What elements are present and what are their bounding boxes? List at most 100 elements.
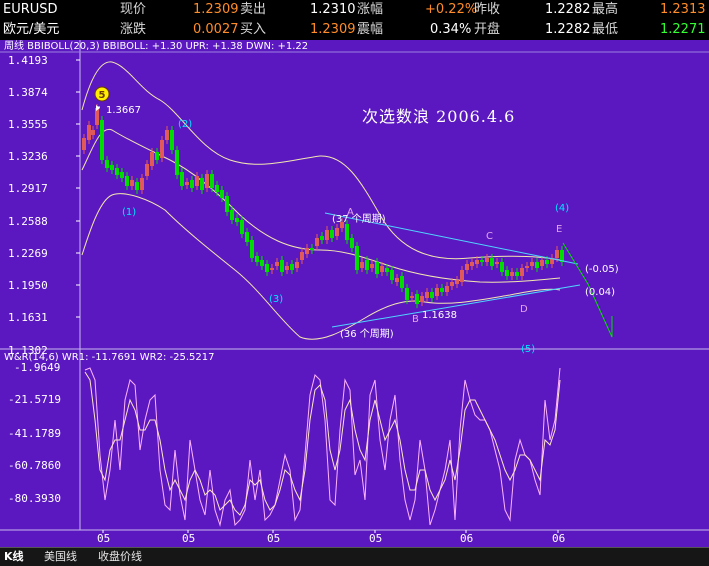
- chart-svg[interactable]: 周线 BBIBOLL(20,3) BBIBOLL: +1.30 UPR: +1.…: [0, 40, 709, 547]
- candle-body: [215, 185, 219, 192]
- candle-body: [230, 210, 234, 220]
- candle-body: [410, 296, 414, 298]
- x-tick: 06: [460, 532, 473, 545]
- wr-tick: -21.5719: [8, 393, 61, 406]
- candle-body: [335, 228, 339, 236]
- price-tick: 1.3555: [8, 118, 48, 131]
- candle-body: [530, 262, 534, 266]
- offset-upper-label: (-0.05): [585, 264, 619, 275]
- candle-body: [140, 178, 144, 190]
- candle-body: [370, 264, 374, 268]
- low-price-label: 1.1638: [422, 310, 457, 321]
- candle-body: [255, 256, 259, 262]
- offset-lower-label: (0.04): [585, 287, 615, 298]
- high-price-label: 1.3667: [106, 105, 141, 116]
- candle-body: [235, 218, 239, 222]
- candle-body: [535, 262, 539, 268]
- price-tick: 1.1950: [8, 279, 48, 292]
- label-high: 最高: [592, 2, 619, 17]
- candle-body: [455, 280, 459, 284]
- quote-panel: EURUSD 欧元/美元 现价 1.2309 卖出 1.2310 涨幅 +0.2…: [0, 0, 709, 40]
- tab-us-index[interactable]: 美国线: [44, 549, 77, 564]
- candle-body: [295, 262, 299, 268]
- candle-body: [95, 108, 99, 125]
- x-tick: 05: [369, 532, 382, 545]
- x-tick: 05: [267, 532, 280, 545]
- label-ask: 卖出: [240, 2, 267, 17]
- label-open: 开盘: [474, 22, 501, 37]
- candle-body: [515, 272, 519, 276]
- label-current-price: 现价: [120, 2, 147, 17]
- wave-b-label: B: [412, 314, 419, 325]
- x-tick: 05: [182, 532, 195, 545]
- wave-e-label: E: [556, 224, 562, 235]
- candlesticks: [82, 104, 564, 308]
- chart-area[interactable]: 周线 BBIBOLL(20,3) BBIBOLL: +1.30 UPR: +1.…: [0, 40, 709, 547]
- wave-5-label: 5: [99, 90, 106, 101]
- value-ask: 1.2310: [310, 2, 356, 17]
- candle-body: [300, 252, 304, 260]
- candle-body: [495, 262, 499, 264]
- wr-tick: -41.1789: [8, 427, 61, 440]
- price-tick: 1.1302: [8, 344, 48, 357]
- candle-body: [210, 174, 214, 188]
- candle-body: [195, 176, 199, 186]
- value-open: 1.2282: [545, 22, 591, 37]
- candle-body: [120, 172, 124, 178]
- candle-body: [160, 140, 164, 158]
- wave-d-label: D: [520, 304, 528, 315]
- candle-body: [145, 164, 149, 176]
- candle-body: [545, 260, 549, 264]
- candle-body: [385, 268, 389, 272]
- candle-body: [87, 125, 91, 140]
- candle-body: [400, 276, 404, 288]
- candle-body: [285, 266, 289, 270]
- candle-body: [100, 120, 104, 160]
- candle-body: [205, 174, 209, 188]
- candle-body: [390, 270, 394, 280]
- candle-body: [155, 152, 159, 160]
- wr-tick: -1.9649: [14, 361, 60, 374]
- label-prev-close: 昨收: [474, 2, 501, 17]
- candle-body: [420, 296, 424, 302]
- value-change-pct: +0.22%: [425, 2, 478, 17]
- x-axis: 05 05 05 05 06 06: [97, 532, 565, 545]
- value-current-price: 1.2309: [193, 2, 239, 17]
- candle-body: [330, 230, 334, 238]
- wr-tick: -80.3930: [8, 492, 61, 505]
- candle-body: [555, 250, 559, 258]
- price-tick-marks: [76, 59, 80, 318]
- candle-body: [250, 240, 254, 258]
- candle-body: [185, 182, 189, 185]
- tab-close-line[interactable]: 收盘价线: [98, 549, 142, 564]
- candle-body: [320, 236, 324, 240]
- candle-body: [355, 246, 359, 270]
- candle-body: [450, 282, 454, 286]
- candle-body: [135, 182, 139, 190]
- wave-2-label: (2): [178, 119, 192, 130]
- price-tick: 1.3874: [8, 86, 48, 99]
- candle-body: [325, 230, 329, 240]
- candle-body: [225, 196, 229, 212]
- price-panel-header: 周线 BBIBOLL(20,3) BBIBOLL: +1.30 UPR: +1.…: [4, 40, 308, 52]
- x-tick: 06: [552, 532, 565, 545]
- label-bid: 买入: [240, 22, 267, 37]
- tab-kline[interactable]: K线: [4, 549, 24, 564]
- value-prev-close: 1.2282: [545, 2, 591, 17]
- candle-body: [470, 262, 474, 266]
- value-change: 0.0027: [193, 22, 239, 37]
- candle-body: [265, 264, 269, 272]
- wr2-line: [84, 371, 561, 516]
- wr-tick: -60.7860: [8, 459, 61, 472]
- candle-body: [305, 248, 309, 254]
- candle-body: [280, 260, 284, 272]
- candle-body: [510, 272, 514, 276]
- wave-3-label: (3): [269, 294, 283, 305]
- candle-body: [345, 224, 349, 240]
- price-tick: 1.2917: [8, 182, 48, 195]
- candle-body: [315, 238, 319, 246]
- candle-body: [415, 294, 419, 304]
- candle-body: [525, 266, 529, 268]
- candle-body: [375, 262, 379, 274]
- candle-body: [465, 264, 469, 270]
